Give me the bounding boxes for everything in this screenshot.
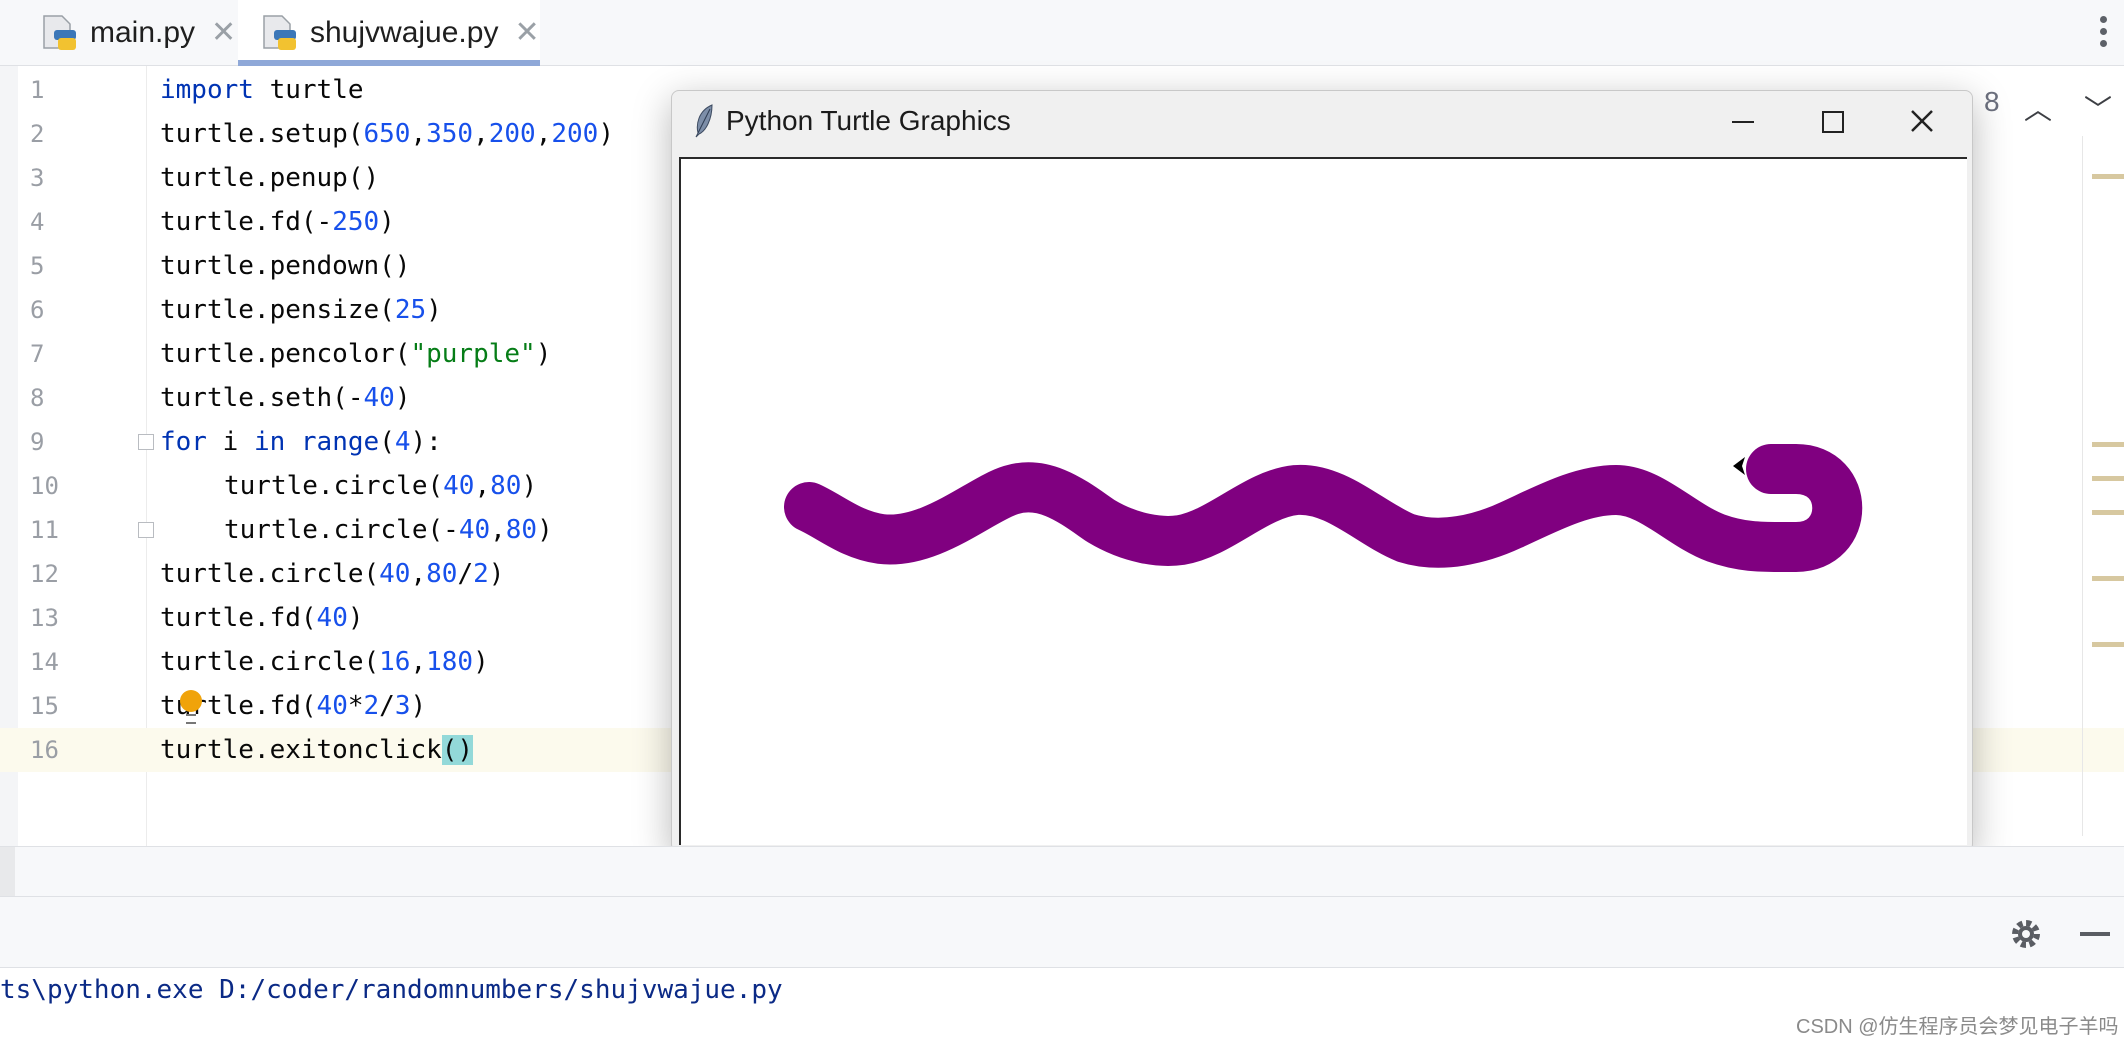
code-text[interactable]: turtle.fd(-250) — [160, 200, 395, 244]
tab-main-py[interactable]: main.py ✕ — [40, 0, 236, 65]
fold-start-icon[interactable] — [138, 434, 154, 450]
console-output-line: ts\python.exe D:/coder/randomnumbers/shu… — [0, 975, 783, 1005]
code-text[interactable]: turtle.fd(40) — [160, 596, 364, 640]
line-number: 3 — [30, 164, 45, 192]
code-text[interactable]: turtle.seth(-40) — [160, 376, 410, 420]
turtle-graphics-window[interactable]: Python Turtle Graphics — [671, 90, 1973, 852]
error-stripe-mark[interactable] — [2092, 576, 2124, 581]
turtle-arrow-cursor — [1733, 457, 1745, 475]
code-text[interactable]: for i in range(4): — [160, 420, 442, 464]
snake-stroke — [784, 444, 1863, 572]
code-text[interactable]: turtle.circle(-40,80) — [224, 508, 553, 552]
line-number: 5 — [30, 252, 45, 280]
hide-panel-icon[interactable] — [2080, 932, 2110, 936]
window-titlebar[interactable]: Python Turtle Graphics — [672, 91, 1972, 153]
run-tool-window-header — [0, 896, 2124, 968]
line-number: 16 — [30, 736, 59, 764]
turtle-canvas[interactable] — [679, 157, 1967, 845]
line-number: 11 — [30, 516, 59, 544]
fold-end-icon[interactable] — [138, 522, 154, 538]
code-text[interactable]: turtle.circle(40,80) — [224, 464, 537, 508]
code-text[interactable]: turtle.circle(16,180) — [160, 640, 489, 684]
close-tab-icon[interactable]: ✕ — [514, 15, 539, 50]
error-stripe-mark[interactable] — [2092, 442, 2124, 447]
line-number: 13 — [30, 604, 59, 632]
editor-tab-bar: main.py ✕ shujvwajue.py ✕ — [0, 0, 2124, 66]
gear-icon[interactable] — [2008, 916, 2044, 952]
code-text[interactable]: turtle.pendown() — [160, 244, 410, 288]
line-number: 15 — [30, 692, 59, 720]
code-text[interactable]: turtle.penup() — [160, 156, 379, 200]
line-number: 6 — [30, 296, 45, 324]
editor-scrollbar[interactable] — [2082, 136, 2124, 836]
editor-bottom-strip — [0, 846, 2124, 897]
close-tab-icon[interactable]: ✕ — [211, 15, 236, 50]
tab-shujvwajue-py[interactable]: shujvwajue.py ✕ — [238, 0, 540, 66]
close-icon — [1911, 110, 1933, 132]
minimize-window-button[interactable] — [1712, 101, 1772, 141]
more-options-icon[interactable] — [2096, 12, 2110, 52]
error-stripe-mark[interactable] — [2092, 510, 2124, 515]
code-text[interactable]: turtle.pencolor("purple") — [160, 332, 551, 376]
tab-label: main.py — [90, 15, 196, 49]
error-stripe-mark[interactable] — [2092, 476, 2124, 481]
watermark: CSDN @仿生程序员会梦见电子羊吗 — [1796, 1016, 2119, 1038]
snake-drawing — [784, 444, 1863, 572]
line-number: 9 — [30, 428, 45, 456]
code-text[interactable]: turtle.setup(650,350,200,200) — [160, 112, 614, 156]
code-text[interactable]: turtle.exitonclick() — [160, 728, 474, 772]
code-text[interactable]: import turtle — [160, 68, 364, 112]
feather-icon — [695, 104, 713, 138]
line-number: 10 — [30, 472, 59, 500]
line-number: 1 — [30, 76, 45, 104]
line-number: 8 — [30, 384, 45, 412]
line-number: 12 — [30, 560, 59, 588]
warning-count[interactable]: 8 — [1984, 86, 2000, 118]
error-stripe-mark[interactable] — [2092, 642, 2124, 647]
line-number: 14 — [30, 648, 59, 676]
python-file-icon — [263, 14, 296, 50]
error-stripe-mark[interactable] — [2092, 174, 2124, 179]
code-text[interactable]: turtle.pensize(25) — [160, 288, 442, 332]
tab-label: shujvwajue.py — [310, 15, 499, 49]
close-window-button[interactable] — [1892, 101, 1952, 141]
window-title: Python Turtle Graphics — [726, 105, 1011, 136]
python-file-icon — [43, 14, 76, 50]
line-number: 2 — [30, 120, 45, 148]
intention-bulb-icon[interactable] — [180, 690, 202, 724]
previous-highlight-icon[interactable]: ︿ — [2024, 88, 2052, 128]
maximize-window-button[interactable] — [1802, 101, 1862, 141]
next-highlight-icon[interactable]: ﹀ — [2084, 88, 2112, 128]
code-text[interactable]: turtle.circle(40,80/2) — [160, 552, 504, 596]
line-number: 4 — [30, 208, 45, 236]
line-number: 7 — [30, 340, 45, 368]
